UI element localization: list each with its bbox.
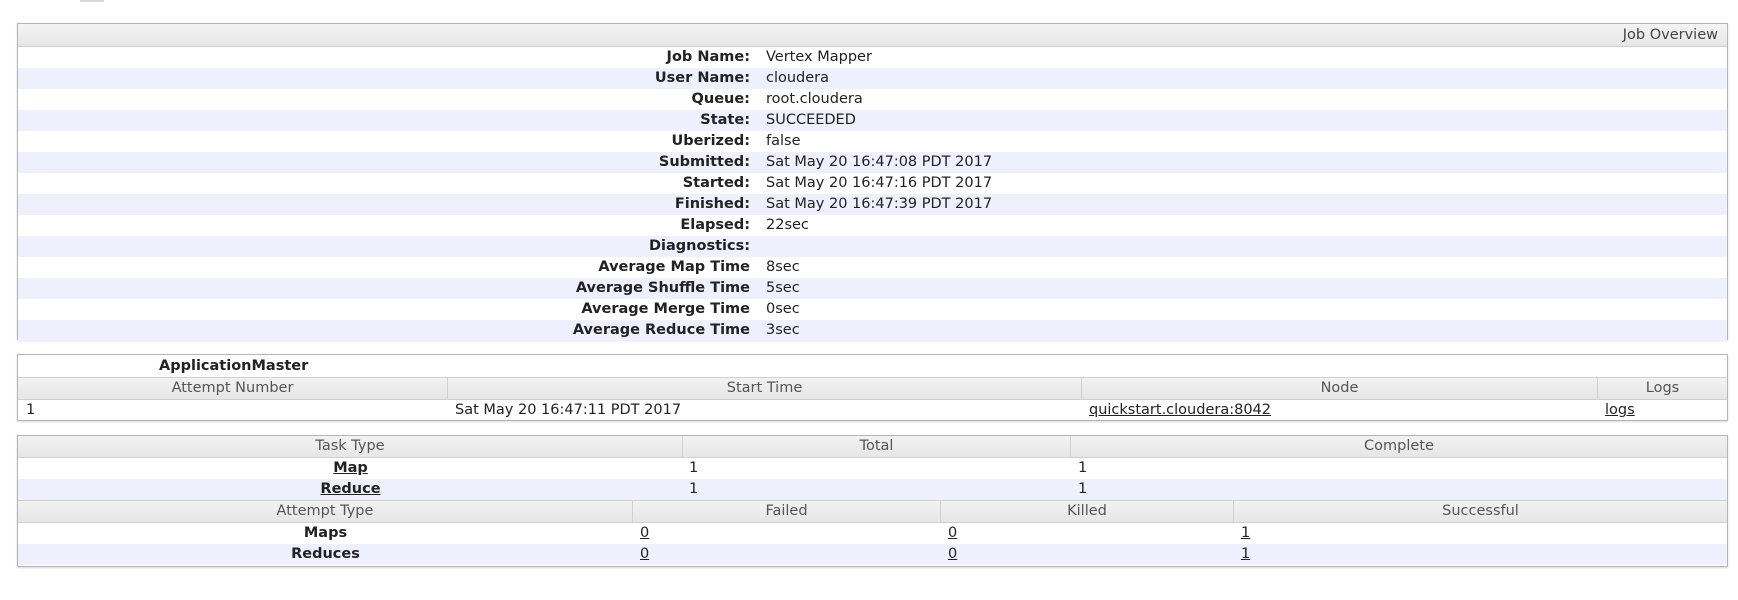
task-row-reduce: Reduce 1 1 — [18, 479, 1727, 500]
overview-value: cloudera — [766, 70, 830, 86]
task-type-cell: Map — [18, 458, 683, 479]
task-total-cell: 1 — [689, 460, 699, 476]
overview-label: Started: — [682, 175, 750, 191]
overview-label: Average Shuffle Time — [575, 280, 750, 296]
column-header-failed[interactable]: Failed — [633, 501, 941, 522]
reduces-failed-link[interactable]: 0 — [640, 546, 649, 562]
attempt-row-reduces: Reduces 0 0 1 — [18, 544, 1727, 565]
overview-value: 5sec — [766, 280, 800, 296]
overview-row-state: State: SUCCEEDED — [18, 110, 1727, 131]
job-overview-header: Job Overview — [18, 24, 1727, 47]
overview-row-user-name: User Name: cloudera — [18, 68, 1727, 89]
overview-row-avg-reduce-time: Average Reduce Time 3sec — [18, 320, 1727, 341]
overview-label: User Name: — [654, 70, 750, 86]
successful-cell: 1 — [1234, 523, 1727, 544]
column-header-complete[interactable]: Complete — [1071, 436, 1727, 457]
overview-row-uberized: Uberized: false — [18, 131, 1727, 152]
tasks-panel: Task Type Total Complete Map 1 1 Reduce … — [17, 435, 1728, 567]
reduces-successful-link[interactable]: 1 — [1241, 546, 1250, 562]
column-header-attempt-number[interactable]: Attempt Number — [18, 378, 448, 399]
overview-row-avg-shuffle-time: Average Shuffle Time 5sec — [18, 278, 1727, 299]
overview-row-queue: Queue: root.cloudera — [18, 89, 1727, 110]
task-complete-cell: 1 — [1078, 481, 1088, 497]
attempt-row-maps: Maps 0 0 1 — [18, 523, 1727, 544]
start-time-cell: Sat May 20 16:47:11 PDT 2017 — [455, 402, 682, 418]
overview-label: Job Name: — [666, 49, 750, 65]
overview-value: 8sec — [766, 259, 800, 275]
reduce-tasks-link[interactable]: Reduce — [320, 481, 380, 497]
task-type-cell: Reduce — [18, 479, 683, 500]
logs-link[interactable]: logs — [1605, 402, 1635, 418]
am-table-row: 1 Sat May 20 16:47:11 PDT 2017 quickstar… — [18, 400, 1727, 421]
overview-row-job-name: Job Name: Vertex Mapper — [18, 47, 1727, 68]
overview-value: 3sec — [766, 322, 800, 338]
killed-cell: 0 — [941, 523, 1234, 544]
overview-label: State: — [700, 112, 750, 128]
overview-row-started: Started: Sat May 20 16:47:16 PDT 2017 — [18, 173, 1727, 194]
overview-row-finished: Finished: Sat May 20 16:47:39 PDT 2017 — [18, 194, 1727, 215]
overview-label: Finished: — [674, 196, 750, 212]
node-link[interactable]: quickstart.cloudera:8042 — [1089, 402, 1271, 418]
overview-value: false — [766, 133, 801, 149]
am-table-header: Attempt Number Start Time Node Logs — [18, 377, 1727, 400]
overview-row-avg-map-time: Average Map Time 8sec — [18, 257, 1727, 278]
column-header-attempt-type[interactable]: Attempt Type — [18, 501, 633, 522]
column-header-killed[interactable]: Killed — [941, 501, 1234, 522]
column-header-node[interactable]: Node — [1082, 378, 1598, 399]
overview-value: 22sec — [766, 217, 809, 233]
column-header-task-type[interactable]: Task Type — [18, 436, 683, 457]
job-overview-panel: Job Overview Job Name: Vertex Mapper Use… — [17, 23, 1728, 341]
task-table-header: Task Type Total Complete — [18, 436, 1727, 458]
overview-label: Average Merge Time — [581, 301, 750, 317]
node-cell: quickstart.cloudera:8042 — [1082, 400, 1598, 421]
overview-value: Sat May 20 16:47:39 PDT 2017 — [766, 196, 993, 212]
task-total-cell: 1 — [689, 481, 699, 497]
overview-label: Diagnostics: — [648, 238, 750, 254]
maps-successful-link[interactable]: 1 — [1241, 525, 1250, 541]
application-master-panel: ApplicationMaster Attempt Number Start T… — [17, 354, 1728, 421]
overview-label: Uberized: — [671, 133, 750, 149]
overview-row-diagnostics: Diagnostics: — [18, 236, 1727, 257]
attempt-type-cell: Reduces — [291, 546, 360, 562]
overview-row-submitted: Submitted: Sat May 20 16:47:08 PDT 2017 — [18, 152, 1727, 173]
killed-cell: 0 — [941, 544, 1234, 565]
attempt-type-cell: Maps — [303, 525, 348, 541]
top-divider-stub — [80, 0, 104, 2]
overview-value: Sat May 20 16:47:16 PDT 2017 — [766, 175, 993, 191]
overview-label: Average Reduce Time — [572, 322, 750, 338]
column-header-total[interactable]: Total — [683, 436, 1071, 457]
column-header-successful[interactable]: Successful — [1234, 501, 1727, 522]
attempt-number-cell: 1 — [26, 402, 36, 418]
task-row-map: Map 1 1 — [18, 458, 1727, 479]
overview-row-avg-merge-time: Average Merge Time 0sec — [18, 299, 1727, 320]
task-complete-cell: 1 — [1078, 460, 1088, 476]
column-header-start-time[interactable]: Start Time — [448, 378, 1082, 399]
logs-cell: logs — [1598, 400, 1727, 421]
application-master-title: ApplicationMaster — [159, 358, 309, 374]
overview-label: Elapsed: — [680, 217, 750, 233]
overview-value: SUCCEEDED — [766, 112, 856, 128]
failed-cell: 0 — [633, 523, 941, 544]
column-header-logs[interactable]: Logs — [1598, 378, 1727, 399]
overview-label: Queue: — [691, 91, 750, 107]
overview-value — [766, 236, 1727, 257]
overview-value: Sat May 20 16:47:08 PDT 2017 — [766, 154, 993, 170]
overview-label: Submitted: — [658, 154, 750, 170]
overview-label: Average Map Time — [598, 259, 750, 275]
overview-row-elapsed: Elapsed: 22sec — [18, 215, 1727, 236]
failed-cell: 0 — [633, 544, 941, 565]
maps-failed-link[interactable]: 0 — [640, 525, 649, 541]
reduces-killed-link[interactable]: 0 — [948, 546, 957, 562]
overview-value: root.cloudera — [766, 91, 863, 107]
overview-value: 0sec — [766, 301, 800, 317]
successful-cell: 1 — [1234, 544, 1727, 565]
maps-killed-link[interactable]: 0 — [948, 525, 957, 541]
attempt-table-header: Attempt Type Failed Killed Successful — [18, 500, 1727, 523]
overview-value: Vertex Mapper — [766, 49, 872, 65]
map-tasks-link[interactable]: Map — [333, 460, 368, 476]
